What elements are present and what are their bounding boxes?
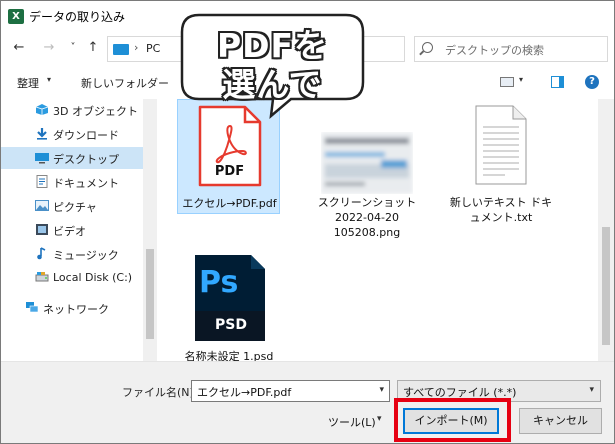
pc-icon <box>113 44 129 55</box>
search-input[interactable]: デスクトップの検索 <box>414 36 608 62</box>
sidebar-item-desktop[interactable]: デスクトップ <box>1 147 143 169</box>
navigation-pane: 3D オブジェクト ダウンロード デスクトップ ドキュメント ピクチャ ビデオ … <box>1 99 143 361</box>
file-list-scrollbar[interactable] <box>598 99 614 361</box>
breadcrumb-separator: › <box>134 41 139 54</box>
new-folder-button[interactable]: 新しいフォルダー <box>81 75 169 91</box>
filename-label: ファイル名(N): <box>122 386 198 399</box>
sidebar-item-label: ビデオ <box>53 225 86 238</box>
help-icon[interactable]: ? <box>585 75 599 89</box>
filename-input[interactable]: エクセル→PDF.pdf ▾ <box>191 380 390 402</box>
sidebar-item-label: ピクチャ <box>53 201 97 214</box>
chevron-down-icon: ▾ <box>377 414 382 424</box>
sidebar-item-label: ダウンロード <box>53 129 119 142</box>
sidebar-item-label: ドキュメント <box>53 177 119 190</box>
search-placeholder: デスクトップの検索 <box>445 44 544 57</box>
sidebar-item-label: 3D オブジェクト <box>53 105 138 118</box>
callout-bubble: PDFを 選んで <box>179 12 366 120</box>
3d-objects-icon <box>35 104 49 115</box>
forward-arrow-icon[interactable]: → <box>39 38 59 58</box>
sidebar-item-network[interactable]: ネットワーク <box>1 297 143 319</box>
chevron-down-icon: ▾ <box>47 75 52 84</box>
excel-app-icon: X <box>8 9 24 24</box>
scrollbar-thumb[interactable] <box>146 249 154 339</box>
up-arrow-icon[interactable]: ↑ <box>83 38 103 58</box>
dialog-footer: ファイル名(N): エクセル→PDF.pdf ▾ すべてのファイル (*.*) … <box>1 361 614 443</box>
chevron-down-icon[interactable]: ▾ <box>519 75 523 84</box>
file-dialog: X データの取り込み ← → ˅ ↑ › PC デスクトップの検索 整理 ▾ 新… <box>0 0 615 444</box>
sidebar-item-music[interactable]: ミュージック <box>1 243 143 265</box>
disk-icon <box>35 272 49 282</box>
desktop-icon <box>35 153 49 164</box>
psd-icon-label: PSD <box>215 317 247 333</box>
window-title: データの取り込み <box>29 10 126 24</box>
sidebar-item-label: デスクトップ <box>53 153 119 166</box>
videos-icon <box>36 224 48 235</box>
image-thumbnail-icon <box>321 132 413 194</box>
filename-value: エクセル→PDF.pdf <box>197 386 292 399</box>
file-name: スクリーンショット 2022-04-20 105208.png <box>317 196 417 239</box>
file-item-text[interactable]: 新しいテキスト ドキュメント.txt <box>445 99 557 239</box>
tools-menu-button[interactable]: ツール(L) <box>328 414 376 430</box>
pictures-icon <box>35 200 49 211</box>
view-options-icon[interactable] <box>500 77 514 87</box>
sidebar-item-local-disk[interactable]: Local Disk (C:) <box>1 267 143 289</box>
callout-line: PDFを <box>216 26 329 65</box>
sidebar-item-videos[interactable]: ビデオ <box>1 219 143 241</box>
chevron-down-icon[interactable]: ▾ <box>379 385 384 395</box>
chevron-down-icon: ▾ <box>589 385 594 395</box>
file-item-psd[interactable]: Ps PSD 名称未設定 1.psd <box>173 249 285 361</box>
photoshop-logo-text: Ps <box>199 265 239 300</box>
file-list: PDF エクセル→PDF.pdf スクリーンショット 2022-04-20 10… <box>157 99 598 361</box>
sidebar-item-downloads[interactable]: ダウンロード <box>1 123 143 145</box>
sidebar-scrollbar[interactable] <box>143 99 157 361</box>
file-name: 新しいテキスト ドキュメント.txt <box>449 196 553 224</box>
breadcrumb-pc[interactable]: PC <box>146 42 160 55</box>
import-button[interactable]: インポート(M) <box>403 408 499 434</box>
callout-line: 選んで <box>222 65 323 104</box>
file-name: 名称未設定 1.psd <box>184 350 274 361</box>
search-icon <box>422 42 433 53</box>
network-icon <box>26 302 39 313</box>
back-arrow-icon[interactable]: ← <box>9 38 29 58</box>
scrollbar-thumb[interactable] <box>602 227 610 345</box>
recent-locations-icon[interactable]: ˅ <box>63 38 83 58</box>
sidebar-item-label: ミュージック <box>53 249 119 262</box>
sidebar-item-documents[interactable]: ドキュメント <box>1 171 143 193</box>
documents-icon <box>36 175 48 188</box>
pdf-icon-label: PDF <box>214 164 245 179</box>
text-file-icon <box>475 105 527 185</box>
preview-pane-icon[interactable] <box>551 76 564 88</box>
sidebar-item-label: Local Disk (C:) <box>53 271 133 284</box>
file-name: エクセル→PDF.pdf <box>182 197 277 210</box>
music-icon <box>37 247 46 260</box>
organize-button[interactable]: 整理 <box>17 75 39 91</box>
sidebar-item-label: ネットワーク <box>43 303 109 316</box>
cancel-button[interactable]: キャンセル <box>519 408 602 434</box>
sidebar-item-pictures[interactable]: ピクチャ <box>1 195 143 217</box>
sidebar-item-3d-objects[interactable]: 3D オブジェクト <box>1 99 143 121</box>
file-item-screenshot[interactable]: スクリーンショット 2022-04-20 105208.png <box>307 99 427 259</box>
callout-text: PDFを 選んで <box>179 26 366 104</box>
download-icon <box>37 128 47 140</box>
